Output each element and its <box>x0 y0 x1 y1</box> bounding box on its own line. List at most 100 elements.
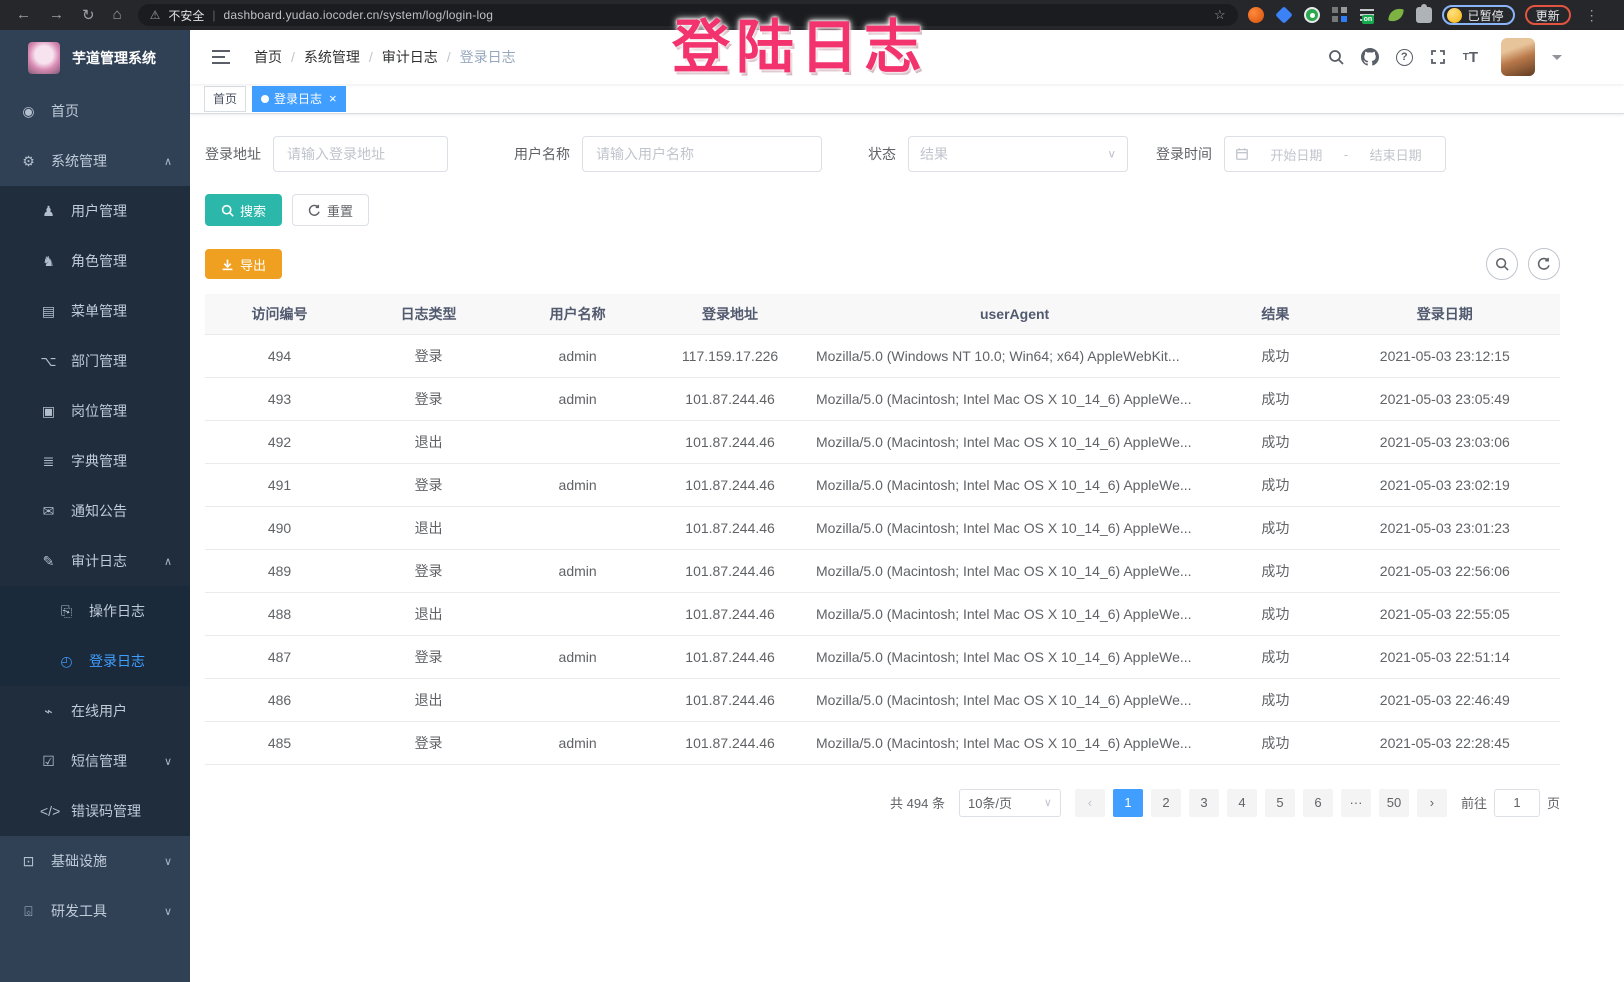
bookmark-star-icon[interactable]: ☆ <box>1214 7 1226 23</box>
fullscreen-icon[interactable] <box>1430 49 1446 65</box>
app-title: 芋道管理系统 <box>72 48 156 68</box>
login-log-table: 访问编号日志类型用户名称登录地址userAgent结果登录日期 494登录adm… <box>205 294 1560 765</box>
home-icon[interactable]: ⌂ <box>113 6 122 24</box>
page-size-select[interactable]: 10条/页 ∨ <box>959 789 1061 817</box>
extensions-puzzle-icon[interactable] <box>1416 7 1432 23</box>
error-code-icon: </> <box>40 803 57 819</box>
sidebar-item-role-management[interactable]: ♞角色管理 <box>0 236 190 286</box>
table-row: 485登录admin101.87.244.46Mozilla/5.0 (Maci… <box>205 721 1560 764</box>
sidebar-item-home[interactable]: ◉首页 <box>0 86 190 136</box>
toggle-search-button[interactable] <box>1486 248 1518 280</box>
page-button-6[interactable]: 6 <box>1303 789 1333 817</box>
prev-page-button[interactable]: ‹ <box>1075 789 1105 817</box>
date-range-picker[interactable]: 开始日期 - 结束日期 <box>1224 136 1446 172</box>
address-bar[interactable]: ⚠ 不安全 | dashboard.yudao.iocoder.cn/syste… <box>138 4 1238 26</box>
reset-button[interactable]: 重置 <box>292 194 369 226</box>
user-avatar[interactable] <box>1501 38 1535 76</box>
cell-result: 成功 <box>1221 678 1329 721</box>
extension-leaf-icon[interactable] <box>1388 7 1404 23</box>
status-select[interactable]: 结果 ∨ <box>908 136 1128 172</box>
app-logo-row[interactable]: 芋道管理系统 <box>0 30 190 86</box>
breadcrumb-item[interactable]: 系统管理 <box>304 47 360 67</box>
chevron-down-icon: ∨ <box>164 755 172 768</box>
forward-icon[interactable]: → <box>49 6 64 24</box>
login-address-input[interactable] <box>273 136 448 172</box>
refresh-table-button[interactable] <box>1528 248 1560 280</box>
avatar-caret-down-icon[interactable] <box>1552 55 1562 65</box>
url-text[interactable]: dashboard.yudao.iocoder.cn/system/log/lo… <box>224 8 494 22</box>
profile-paused-chip[interactable]: 已暂停 <box>1442 5 1515 25</box>
page-button-50[interactable]: 50 <box>1379 789 1409 817</box>
cell-user-agent: Mozilla/5.0 (Macintosh; Intel Mac OS X 1… <box>808 592 1221 635</box>
extension-blue-gem-icon[interactable] <box>1275 6 1293 24</box>
extension-list-icon[interactable]: on <box>1360 7 1376 23</box>
sidebar-item-login-log[interactable]: ◴登录日志 <box>0 636 190 686</box>
sidebar-item-audit-log[interactable]: ✎审计日志∧ <box>0 536 190 586</box>
extension-green-circle-icon[interactable] <box>1304 7 1320 23</box>
help-icon[interactable]: ? <box>1396 49 1413 66</box>
back-icon[interactable]: ← <box>16 6 31 24</box>
page-button-3[interactable]: 3 <box>1189 789 1219 817</box>
page-content: 登录地址 用户名称 状态 结果 ∨ 登录时间 <box>190 114 1624 817</box>
page-button-1[interactable]: 1 <box>1113 789 1143 817</box>
export-button[interactable]: 导出 <box>205 249 282 279</box>
breadcrumb-item[interactable]: 审计日志 <box>382 47 438 67</box>
browser-menu-kebab-icon[interactable]: ⋮ <box>1581 7 1603 24</box>
tags-view-bar: 首页 登录日志 × <box>190 84 1624 114</box>
sidebar-item-department-management[interactable]: ⌥部门管理 <box>0 336 190 386</box>
pagination-goto: 前往 页 <box>1461 789 1560 817</box>
sidebar-item-menu-management[interactable]: ▤菜单管理 <box>0 286 190 336</box>
sidebar-item-infrastructure[interactable]: ⊡基础设施∨ <box>0 836 190 886</box>
extension-orange-icon[interactable] <box>1248 7 1264 23</box>
font-size-big-t: T <box>1469 49 1478 66</box>
announcement-icon: ✉ <box>40 503 57 520</box>
breadcrumb-item[interactable]: 首页 <box>254 47 282 67</box>
header-search-icon[interactable] <box>1328 49 1344 65</box>
sidebar-item-notice-announcement[interactable]: ✉通知公告 <box>0 486 190 536</box>
sidebar-item-post-management[interactable]: ▣岗位管理 <box>0 386 190 436</box>
page-button-2[interactable]: 2 <box>1151 789 1181 817</box>
cell-access-id: 485 <box>205 721 354 764</box>
chevron-down-icon: ∨ <box>1107 148 1116 161</box>
login-time-label: 登录时间 <box>1156 144 1212 164</box>
tag-label: 登录日志 <box>274 90 322 107</box>
sidebar-item-error-code-management[interactable]: </>错误码管理 <box>0 786 190 836</box>
table-row: 490退出101.87.244.46Mozilla/5.0 (Macintosh… <box>205 506 1560 549</box>
address-separator: | <box>212 8 215 22</box>
sidebar-item-label: 短信管理 <box>71 751 127 771</box>
sidebar-item-operation-log[interactable]: ⎘操作日志 <box>0 586 190 636</box>
sidebar-item-dev-tools[interactable]: ⌺研发工具∨ <box>0 886 190 936</box>
chevron-down-icon: ∨ <box>164 855 172 868</box>
page-button-4[interactable]: 4 <box>1227 789 1257 817</box>
username-input[interactable] <box>582 136 822 172</box>
reload-icon[interactable]: ↻ <box>82 6 95 24</box>
cell-access-id: 490 <box>205 506 354 549</box>
browser-update-button[interactable]: 更新 <box>1525 5 1571 25</box>
download-icon <box>221 258 234 271</box>
tag-active[interactable]: 登录日志 × <box>252 86 346 112</box>
sidebar-item-online-users[interactable]: ⌁在线用户 <box>0 686 190 736</box>
cell-access-id: 486 <box>205 678 354 721</box>
github-icon[interactable] <box>1361 48 1379 66</box>
next-page-button[interactable]: › <box>1417 789 1447 817</box>
page-button-5[interactable]: 5 <box>1265 789 1295 817</box>
audit-log-icon: ✎ <box>40 553 57 570</box>
sidebar-item-user-management[interactable]: ♟用户管理 <box>0 186 190 236</box>
goto-page-input[interactable] <box>1494 789 1540 817</box>
cell-login-date: 2021-05-03 22:46:49 <box>1330 678 1560 721</box>
sidebar-item-dict-management[interactable]: ≣字典管理 <box>0 436 190 486</box>
navbar-right-tools: ? TT <box>1328 38 1562 76</box>
not-secure-label[interactable]: 不安全 <box>168 7 204 24</box>
extension-grid-icon[interactable] <box>1332 7 1348 23</box>
font-size-icon[interactable]: TT <box>1463 49 1478 66</box>
tag-item[interactable]: 首页 <box>204 86 246 112</box>
table-row: 489登录admin101.87.244.46Mozilla/5.0 (Maci… <box>205 549 1560 592</box>
cell-result: 成功 <box>1221 334 1329 377</box>
pagination: 共 494 条 10条/页 ∨ ‹123456···50› 前往 页 <box>205 789 1560 817</box>
tag-close-icon[interactable]: × <box>329 92 337 105</box>
search-button[interactable]: 搜索 <box>205 194 282 226</box>
sidebar-item-system-management[interactable]: ⚙系统管理∧ <box>0 136 190 186</box>
not-secure-warning-icon: ⚠ <box>150 8 161 22</box>
sidebar-item-sms-management[interactable]: ☑短信管理∨ <box>0 736 190 786</box>
hamburger-icon[interactable] <box>204 43 238 71</box>
